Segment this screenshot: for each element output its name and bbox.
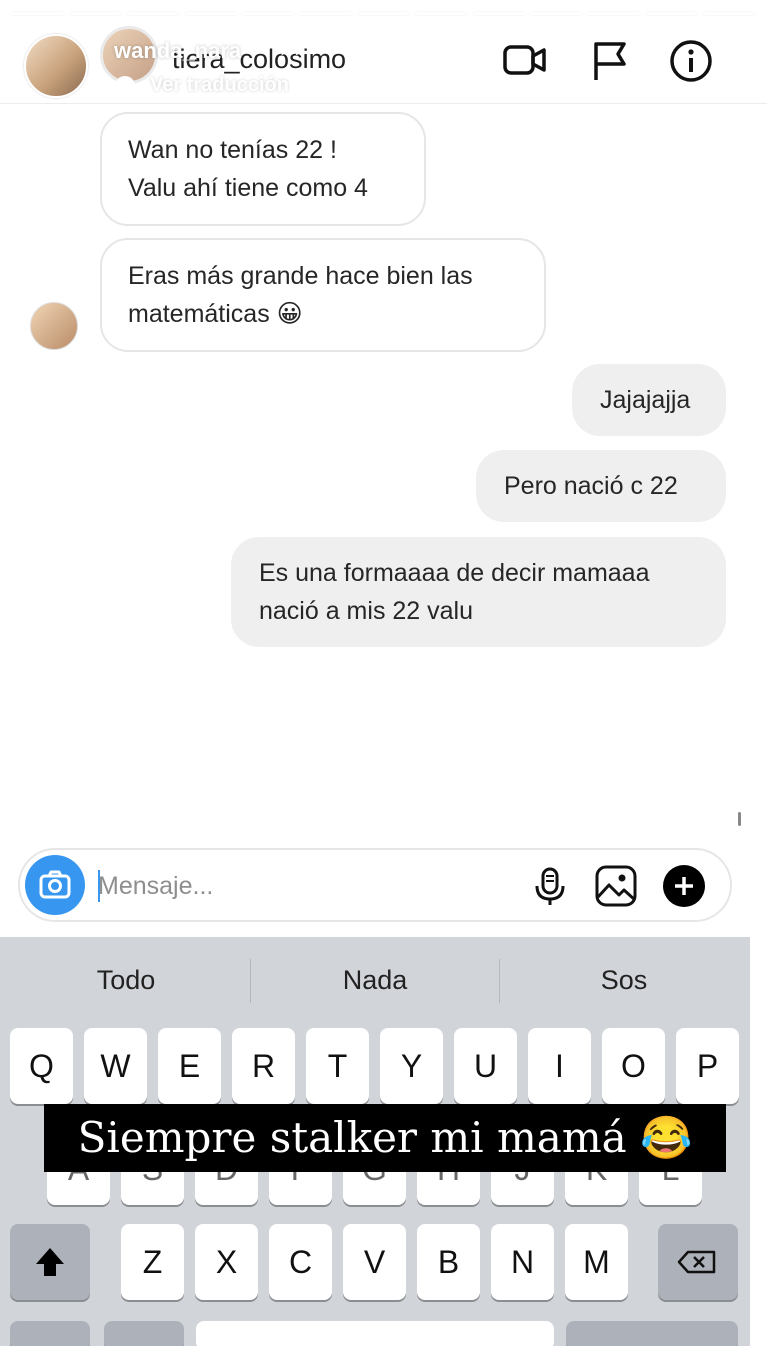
microphone-icon[interactable] [528, 864, 572, 908]
key[interactable]: Z [121, 1224, 184, 1300]
progress-segment [472, 12, 525, 15]
story-caption: Siempre stalker mi mamá 😂 [44, 1104, 726, 1172]
info-icon[interactable] [668, 38, 714, 84]
sender-avatar[interactable] [30, 302, 78, 350]
message-composer [18, 848, 732, 922]
key[interactable]: B [417, 1224, 480, 1300]
key[interactable]: E [158, 1028, 221, 1104]
key[interactable]: I [528, 1028, 591, 1104]
return-key[interactable] [566, 1321, 738, 1346]
suggestion-bar: Todo Nada Sos [0, 937, 750, 1025]
key[interactable]: N [491, 1224, 554, 1300]
key[interactable]: C [269, 1224, 332, 1300]
progress-segment [530, 12, 583, 15]
story-avatar[interactable] [24, 34, 88, 98]
story-timestamp: 7 h [278, 38, 306, 60]
progress-segment [357, 12, 410, 15]
emoji-key[interactable] [104, 1321, 184, 1346]
key[interactable]: R [232, 1028, 295, 1104]
key[interactable]: X [195, 1224, 258, 1300]
message-bubble-outgoing[interactable]: Jajajajja [572, 364, 726, 436]
key[interactable]: O [602, 1028, 665, 1104]
message-input[interactable] [98, 868, 498, 904]
key[interactable]: T [306, 1028, 369, 1104]
more-options-icon[interactable]: ⋮ [714, 41, 738, 65]
progress-segment [69, 12, 122, 15]
backspace-icon [677, 1250, 716, 1274]
progress-segment [184, 12, 237, 15]
progress-segment [242, 12, 295, 15]
progress-segment [300, 12, 352, 15]
key[interactable]: M [565, 1224, 628, 1300]
progress-segment [12, 12, 64, 15]
camera-icon [39, 870, 71, 899]
key[interactable]: P [676, 1028, 739, 1104]
scrollbar[interactable] [738, 812, 741, 826]
key[interactable]: Q [10, 1028, 73, 1104]
message-bubble-outgoing[interactable]: Pero nació c 22 [476, 450, 726, 522]
progress-segment [415, 12, 467, 15]
message-line: Valu ahí tiene como 4 [128, 174, 368, 202]
progress-segment [645, 12, 698, 15]
camera-button[interactable] [25, 855, 85, 915]
key[interactable]: V [343, 1224, 406, 1300]
message-line: Wan no tenías 22 ! [128, 136, 337, 164]
key[interactable]: Y [380, 1028, 443, 1104]
progress-segment [703, 12, 755, 15]
report-flag-icon[interactable] [588, 38, 634, 84]
progress-segment [588, 12, 640, 15]
backspace-key[interactable] [658, 1224, 738, 1300]
message-bubble-outgoing[interactable]: Es una formaaaa de decir mamaaa nació a … [231, 537, 726, 647]
suggestion-item[interactable]: Nada [251, 965, 499, 996]
message-line: Pero nació c 22 [504, 472, 678, 500]
suggestion-item[interactable]: Sos [500, 965, 748, 996]
message-line: Jajajajja [600, 386, 691, 414]
message-bubble-incoming[interactable]: Wan no tenías 22 ! Valu ahí tiene como 4 [100, 112, 426, 226]
message-line: nació a mis 22 valu [259, 597, 474, 625]
shift-icon [36, 1248, 64, 1276]
shift-key[interactable] [10, 1224, 90, 1300]
gallery-icon[interactable] [594, 864, 638, 908]
suggestion-item[interactable]: Todo [2, 965, 250, 996]
key[interactable]: U [454, 1028, 517, 1104]
space-key[interactable] [196, 1321, 554, 1346]
story-username[interactable]: wanda_nara [114, 38, 241, 64]
story-progress-bar [12, 12, 755, 15]
numbers-key[interactable] [10, 1321, 90, 1346]
key[interactable]: W [84, 1028, 147, 1104]
message-line: Es una formaaaa de decir mamaaa [259, 559, 650, 587]
message-line: Eras más grande hace bien las [128, 262, 473, 290]
video-call-icon[interactable] [502, 38, 548, 84]
message-bubble-incoming[interactable]: Eras más grande hace bien las matemática… [100, 238, 546, 352]
translate-icon [115, 76, 135, 96]
progress-segment [127, 12, 179, 15]
message-line: matemáticas 😀 [128, 300, 303, 328]
translate-link[interactable]: Ver traducción [150, 74, 289, 97]
add-sticker-icon[interactable] [662, 864, 706, 908]
